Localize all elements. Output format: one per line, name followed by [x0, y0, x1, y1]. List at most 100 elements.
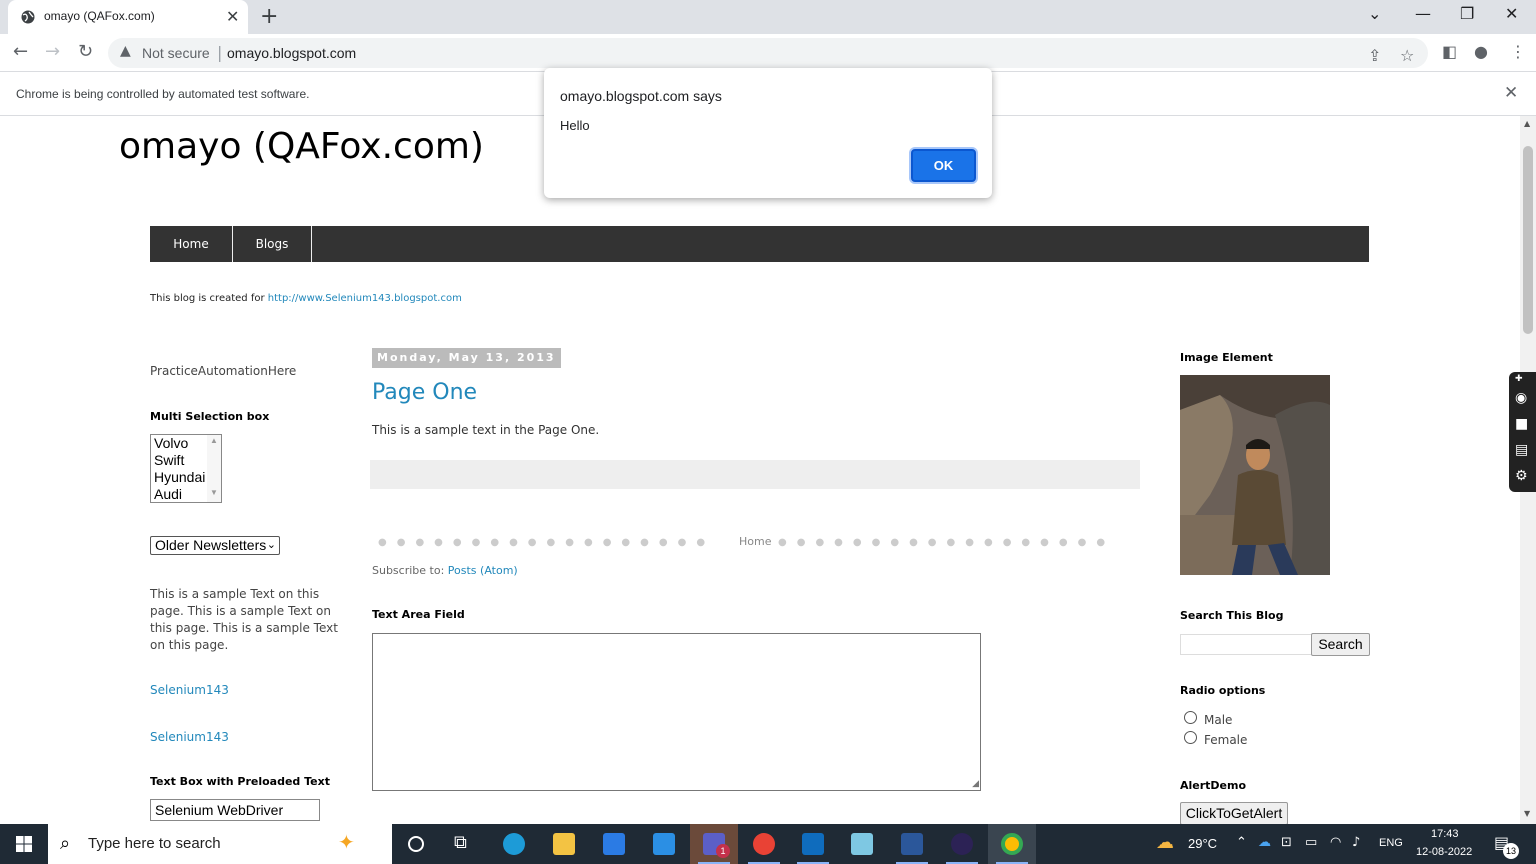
preloaded-text-input[interactable]: Selenium WebDriver: [150, 799, 320, 821]
search-button[interactable]: Search: [1311, 633, 1370, 656]
text-area-field[interactable]: ◢: [372, 633, 981, 791]
side-panel-icon[interactable]: ◧: [1442, 42, 1457, 61]
pager-home-link[interactable]: Home: [739, 535, 771, 548]
scroll-thumb[interactable]: [1523, 146, 1533, 334]
multi-select-heading: Multi Selection box: [150, 410, 270, 423]
textarea-heading: Text Area Field: [372, 608, 465, 621]
browser-tab[interactable]: omayo (QAFox.com) ✕: [8, 0, 248, 34]
battery-icon[interactable]: ▭: [1305, 835, 1317, 850]
close-window-icon[interactable]: ✕: [1505, 4, 1518, 23]
clock-date[interactable]: 12-08-2022: [1416, 846, 1472, 858]
notepad-icon[interactable]: [838, 824, 886, 864]
close-tab-icon[interactable]: ✕: [226, 7, 239, 26]
scroll-up-icon[interactable]: ▲: [1524, 119, 1530, 128]
scroll-down-icon[interactable]: ▼: [1524, 809, 1530, 818]
outlook-icon[interactable]: [789, 824, 837, 864]
pin-icon[interactable]: ✚: [1515, 374, 1523, 384]
multi-select-option[interactable]: Swift: [154, 452, 184, 469]
clock-time[interactable]: 17:43: [1431, 828, 1459, 840]
teams-icon[interactable]: 1: [690, 824, 738, 864]
nav-home[interactable]: Home: [150, 226, 233, 262]
gear-icon[interactable]: ⚙: [1515, 468, 1528, 484]
chevron-up-icon[interactable]: ⌃: [1236, 835, 1247, 850]
microsoft-store-icon[interactable]: [590, 824, 638, 864]
subscribe-label: Subscribe to:: [372, 564, 445, 577]
preloaded-text-heading: Text Box with Preloaded Text: [150, 775, 330, 788]
search-highlight-icon[interactable]: ✦: [338, 830, 355, 854]
chrome-dev-icon[interactable]: [740, 824, 788, 864]
infobar-close-icon[interactable]: ✕: [1504, 83, 1518, 103]
multi-select-scrollbar[interactable]: ▲ ▼: [207, 435, 221, 502]
search-blog-heading: Search This Blog: [1180, 609, 1284, 622]
not-secure-label[interactable]: Not secure: [142, 45, 210, 61]
blog-pager: ●●●●●●●●●●●●●●●●●● Home ●●●●●●●●●●●●●●●●…: [370, 533, 1140, 553]
onedrive-icon[interactable]: ☁: [1258, 835, 1271, 850]
input-language[interactable]: ENG: [1379, 837, 1403, 849]
address-bar[interactable]: ▲ Not secure | omayo.blogspot.com ⇪ ☆: [108, 38, 1428, 68]
camera-icon[interactable]: ◉: [1515, 390, 1527, 406]
bookmark-star-icon[interactable]: ☆: [1400, 46, 1414, 65]
windows-start-icon[interactable]: [16, 836, 32, 852]
radio-female-label[interactable]: Female: [1204, 733, 1247, 747]
alert-demo-heading: AlertDemo: [1180, 779, 1247, 792]
selenium143-link-1[interactable]: Selenium143: [150, 683, 229, 697]
nav-blogs[interactable]: Blogs: [233, 226, 312, 262]
warning-icon[interactable]: ▲: [120, 43, 131, 59]
weather-temperature[interactable]: 29°C: [1188, 836, 1217, 851]
wifi-icon[interactable]: ◠: [1330, 835, 1341, 850]
forward-icon[interactable]: →: [45, 41, 60, 62]
profile-icon[interactable]: ●: [1474, 42, 1488, 61]
eclipse-icon[interactable]: [938, 824, 986, 864]
reload-icon[interactable]: ↻: [78, 41, 93, 62]
menu-kebab-icon[interactable]: ⋮: [1510, 42, 1526, 61]
share-icon[interactable]: ⇪: [1368, 46, 1381, 65]
radio-male[interactable]: [1184, 711, 1197, 724]
alert-dialog-title: omayo.blogspot.com says: [560, 88, 722, 104]
task-view-icon[interactable]: ⧉: [440, 824, 488, 864]
volume-icon[interactable]: ♪: [1352, 835, 1360, 850]
resize-grip-icon[interactable]: ◢: [972, 779, 979, 789]
multi-select-option[interactable]: Audi: [154, 486, 182, 503]
scroll-up-icon[interactable]: ▲: [210, 436, 218, 445]
description-link[interactable]: http://www.Selenium143.blogspot.com: [268, 293, 462, 304]
multi-select-option[interactable]: Hyundai: [154, 469, 205, 486]
scroll-down-icon[interactable]: ▼: [210, 488, 218, 497]
multi-select-option[interactable]: Volvo: [154, 435, 188, 452]
new-tab-icon[interactable]: +: [260, 4, 278, 29]
cortana-icon[interactable]: [392, 824, 440, 864]
alert-ok-button[interactable]: OK: [911, 149, 976, 182]
post-body: This is a sample text in the Page One.: [372, 423, 600, 437]
gallery-icon[interactable]: ▤: [1515, 442, 1528, 458]
mail-icon[interactable]: [640, 824, 688, 864]
screen-capture-icon[interactable]: ⊡: [1281, 835, 1292, 850]
post-title[interactable]: Page One: [372, 380, 477, 405]
older-newsletters-dropdown[interactable]: Older Newsletters ⌄: [150, 536, 280, 555]
pager-dots-left: ●●●●●●●●●●●●●●●●●●: [378, 537, 716, 547]
radio-options-heading: Radio options: [1180, 684, 1266, 697]
browser-toolbar: ← → ↻ ▲ Not secure | omayo.blogspot.com …: [0, 34, 1536, 72]
floating-capture-toolbar: ✚ ◉ ■ ▤ ⚙: [1509, 372, 1536, 492]
url-text[interactable]: omayo.blogspot.com: [227, 45, 356, 61]
multi-select-box[interactable]: Volvo Swift Hyundai Audi ▲ ▼: [150, 434, 222, 503]
globe-icon: [21, 10, 35, 24]
weather-icon[interactable]: ☁: [1156, 832, 1174, 853]
radio-male-label[interactable]: Male: [1204, 713, 1232, 727]
back-icon[interactable]: ←: [13, 41, 28, 62]
tab-search-icon[interactable]: ⌄: [1368, 4, 1381, 23]
maximize-icon[interactable]: ❐: [1460, 4, 1474, 23]
alert-dialog: omayo.blogspot.com says Hello OK: [544, 68, 992, 198]
radio-female[interactable]: [1184, 731, 1197, 744]
web-page: omayo (QAFox.com) Home Blogs This blog i…: [0, 116, 1520, 824]
selenium143-link-2[interactable]: Selenium143: [150, 730, 229, 744]
chrome-icon[interactable]: [988, 824, 1036, 864]
taskbar-search-placeholder: Type here to search: [88, 835, 221, 852]
video-icon[interactable]: ■: [1515, 416, 1528, 432]
file-explorer-icon[interactable]: [540, 824, 588, 864]
minimize-icon[interactable]: —: [1415, 4, 1431, 23]
taskbar-search-box[interactable]: ⌕ Type here to search ✦: [48, 824, 392, 864]
search-input[interactable]: [1180, 634, 1311, 655]
subscribe-atom-link[interactable]: Posts (Atom): [448, 564, 518, 577]
click-to-get-alert-button[interactable]: ClickToGetAlert: [1180, 802, 1288, 824]
edge-icon[interactable]: [490, 824, 538, 864]
word-icon[interactable]: [888, 824, 936, 864]
